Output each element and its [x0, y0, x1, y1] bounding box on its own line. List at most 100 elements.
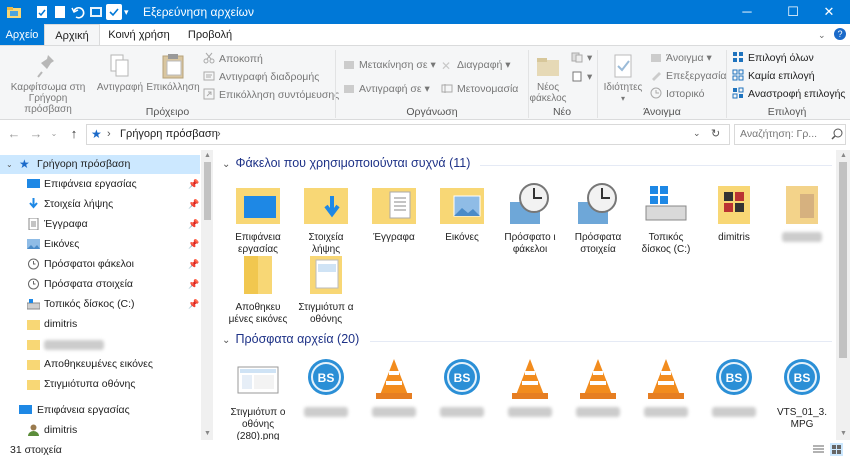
sidebar-item-folder[interactable]: Αποθηκευμένες εικόνες	[0, 355, 200, 374]
select-none-button[interactable]: Καμία επιλογή	[732, 68, 815, 84]
large-icons-view-icon[interactable]	[830, 443, 843, 456]
folder-tile[interactable]: Εικόνες	[430, 180, 494, 244]
pin-icon[interactable]: 📌	[188, 275, 199, 294]
expand-chevron-icon[interactable]: ⌄	[6, 155, 13, 174]
breadcrumb[interactable]: Γρήγορη πρόσβαση	[120, 128, 218, 140]
navigation-scrollbar[interactable]: ▲ ▼	[201, 150, 213, 440]
recent-locations-icon[interactable]: ⌄	[46, 125, 62, 143]
back-arrow-icon[interactable]: ←	[6, 125, 22, 143]
customize-quick-access-icon[interactable]	[106, 4, 122, 20]
up-arrow-icon[interactable]: ↑	[66, 125, 82, 143]
scrollbar-thumb[interactable]	[204, 162, 211, 220]
sidebar-item-folder[interactable]: dimitris	[0, 315, 200, 334]
invert-selection-button[interactable]: Αναστροφή επιλογής	[732, 86, 845, 102]
open-button[interactable]: Άνοιγμα ▾	[650, 50, 712, 66]
sidebar-item-desktop-root[interactable]: Επιφάνεια εργασίας	[0, 401, 200, 420]
tab-home[interactable]: Αρχική	[44, 24, 100, 46]
pin-icon[interactable]: 📌	[188, 295, 199, 314]
easy-access-button[interactable]: ▾	[571, 69, 592, 85]
sidebar-item-pictures[interactable]: Εικόνες 📌	[0, 235, 200, 254]
close-button[interactable]: ✕	[806, 0, 850, 24]
forward-arrow-icon[interactable]: →	[28, 125, 44, 143]
ribbon-expand-icon[interactable]: ⌄	[818, 30, 826, 41]
minimize-button[interactable]: ─	[724, 0, 770, 24]
paste-shortcut-button[interactable]: Επικόλληση συντόμευσης	[203, 87, 339, 103]
sidebar-item-local-disk[interactable]: Τοπικός δίσκος (C:) 📌	[0, 295, 200, 314]
folder-tile[interactable]: Έγγραφα	[362, 180, 426, 244]
new-item-button[interactable]: ▾	[571, 50, 592, 66]
address-dropdown-icon[interactable]: ⌄	[693, 128, 701, 139]
recent-folders-icon	[506, 180, 554, 228]
properties-button[interactable]: Ιδιότητες ▾	[600, 50, 646, 104]
sidebar-item-folder[interactable]: Στιγμιότυπα οθόνης	[0, 375, 200, 394]
svg-text:BS: BS	[726, 371, 743, 385]
sidebar-item-downloads[interactable]: Στοιχεία λήψης 📌	[0, 195, 200, 214]
details-view-icon[interactable]	[812, 443, 825, 456]
folder-tile[interactable]: Στιγμιότυπ α οθόνης	[294, 250, 358, 326]
file-tile[interactable]: BS	[294, 355, 358, 421]
address-bar[interactable]: ★ › Γρήγορη πρόσβαση › ⌄ ↻	[86, 124, 730, 145]
drive-tile[interactable]: Τοπικός δίσκος (C:)	[634, 180, 698, 256]
pin-icon[interactable]: 📌	[188, 195, 199, 214]
new-folder-button[interactable]: Νέος φάκελος	[528, 50, 568, 104]
file-tile[interactable]	[498, 355, 562, 421]
breadcrumb-chevron-icon[interactable]: ›	[217, 128, 221, 140]
undo-icon[interactable]	[70, 4, 86, 20]
file-tile[interactable]: Στιγμιότυπ ο οθόνης (280).png	[226, 355, 290, 440]
redo-icon[interactable]	[88, 4, 104, 20]
edit-button[interactable]: Επεξεργασία	[650, 68, 727, 84]
properties-quick-icon[interactable]	[34, 4, 50, 20]
select-all-button[interactable]: Επιλογή όλων	[732, 50, 814, 66]
folder-tile[interactable]	[770, 180, 834, 246]
file-tile[interactable]: BS	[430, 355, 494, 421]
file-tile[interactable]	[362, 355, 426, 421]
help-icon[interactable]: ?	[834, 28, 846, 40]
pin-icon[interactable]: 📌	[188, 235, 199, 254]
cut-button[interactable]: Αποκοπή	[203, 51, 263, 67]
frequent-folders-header[interactable]: ⌄ Φάκελοι που χρησιμοποιούνται συχνά (11…	[222, 156, 470, 174]
sidebar-item-recent-folders[interactable]: Πρόσφατοι φάκελοι 📌	[0, 255, 200, 274]
new-folder-quick-icon[interactable]	[52, 4, 68, 20]
recent-files-header[interactable]: ⌄ Πρόσφατα αρχεία (20)	[222, 332, 359, 350]
search-input[interactable]: Αναζήτηση: Γρ...	[734, 124, 846, 145]
folder-tile[interactable]: Επιφάνεια εργασίας	[226, 180, 290, 256]
copy-to-button[interactable]: Αντιγραφή σε ▾	[343, 81, 430, 97]
content-scrollbar[interactable]: ▲ ▼	[836, 150, 850, 440]
collapse-chevron-icon[interactable]: ⌄	[222, 335, 232, 346]
pin-icon[interactable]: 📌	[188, 175, 199, 194]
copy-button[interactable]: Αντιγραφή	[94, 50, 146, 93]
folder-tile[interactable]: Στοιχεία λήψης	[294, 180, 358, 256]
folder-tile[interactable]: Αποθηκευ μένες εικόνες	[226, 250, 290, 326]
delete-button[interactable]: ✕ Διαγραφή ▾	[441, 57, 511, 73]
explorer-app-icon[interactable]	[6, 4, 22, 20]
file-tile[interactable]: BS VTS_01_3. MPG	[770, 355, 834, 431]
history-button[interactable]: Ιστορικό	[650, 86, 705, 102]
quick-access-dropdown-icon[interactable]: ▾	[124, 4, 140, 20]
rename-button[interactable]: Μετονομασία	[441, 81, 518, 97]
paste-button[interactable]: Επικόλληση	[146, 50, 200, 93]
sidebar-item-user[interactable]: dimitris	[0, 421, 200, 440]
tab-view[interactable]: Προβολή	[178, 24, 242, 46]
sidebar-item-recent-items[interactable]: Πρόσφατα στοιχεία 📌	[0, 275, 200, 294]
sidebar-item-documents[interactable]: Έγγραφα 📌	[0, 215, 200, 234]
scrollbar-thumb[interactable]	[839, 162, 847, 358]
file-tile[interactable]	[566, 355, 630, 421]
folder-icon	[27, 358, 40, 370]
pin-icon[interactable]: 📌	[188, 255, 199, 274]
collapse-chevron-icon[interactable]: ⌄	[222, 159, 232, 170]
pin-icon[interactable]: 📌	[188, 215, 199, 234]
sidebar-item-desktop[interactable]: Επιφάνεια εργασίας 📌	[0, 175, 200, 194]
move-to-button[interactable]: Μετακίνηση σε ▾	[343, 57, 436, 73]
refresh-icon[interactable]: ↻	[711, 127, 720, 140]
sidebar-item-folder[interactable]	[0, 335, 200, 354]
folder-tile[interactable]: dimitris	[702, 180, 766, 244]
folder-tile[interactable]: Πρόσφατο ι φάκελοι	[498, 180, 562, 256]
tab-share[interactable]: Κοινή χρήση	[100, 24, 178, 46]
folder-tile[interactable]: Πρόσφατα στοιχεία	[566, 180, 630, 256]
copy-path-button[interactable]: Αντιγραφή διαδρομής	[203, 69, 319, 85]
sidebar-item-quick-access[interactable]: ⌄ ★ Γρήγορη πρόσβαση	[0, 155, 200, 174]
file-tile[interactable]: BS	[702, 355, 766, 421]
tab-file[interactable]: Αρχείο	[0, 24, 44, 46]
file-tile[interactable]	[634, 355, 698, 421]
search-icon[interactable]	[831, 127, 843, 140]
